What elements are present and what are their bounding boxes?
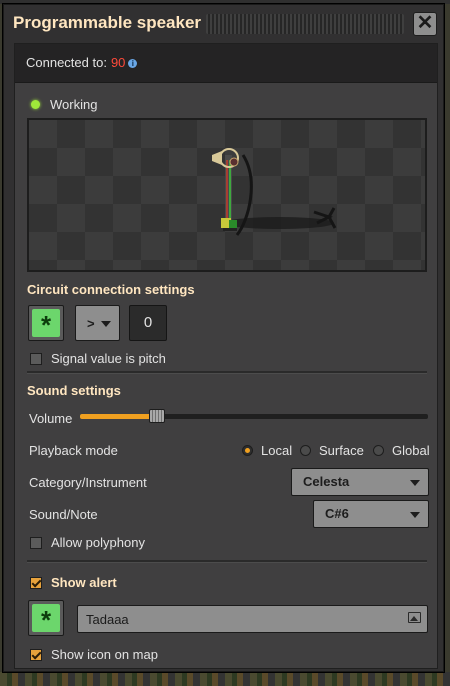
playback-radio-local[interactable] xyxy=(242,445,253,456)
polyphony-checkbox[interactable] xyxy=(30,537,42,549)
polyphony-label: Allow polyphony xyxy=(51,535,145,550)
note-dropdown[interactable]: C#6 xyxy=(313,500,429,528)
playback-local-label: Local xyxy=(261,443,293,458)
entity-preview[interactable] xyxy=(27,118,427,272)
circuit-settings-title: Circuit connection settings xyxy=(27,282,195,297)
drag-handle[interactable] xyxy=(206,14,404,34)
show-on-map-checkbox[interactable] xyxy=(30,649,42,661)
sound-settings-title: Sound settings xyxy=(27,383,121,398)
alert-message-input[interactable]: Tadaaa xyxy=(77,605,428,633)
connection-value: 90 xyxy=(110,55,126,70)
category-value: Celesta xyxy=(303,474,350,489)
pitch-checkbox[interactable] xyxy=(30,353,42,365)
volume-slider-handle[interactable] xyxy=(148,409,165,423)
image-icon[interactable] xyxy=(408,612,421,623)
playback-radio-global[interactable] xyxy=(373,445,384,456)
divider xyxy=(27,560,427,563)
category-label: Category/Instrument xyxy=(29,475,147,490)
volume-slider-fill xyxy=(80,414,157,419)
comparator-value: > xyxy=(87,316,95,331)
constant-input[interactable]: 0 xyxy=(129,305,167,341)
connection-label: Connected to: xyxy=(26,55,107,70)
volume-slider[interactable] xyxy=(80,409,428,423)
volume-label: Volume xyxy=(29,411,73,426)
title-bar: Programmable speaker ✕ xyxy=(4,5,443,41)
game-world-background xyxy=(0,672,450,686)
comparator-dropdown[interactable]: > xyxy=(75,305,120,341)
divider xyxy=(27,371,427,374)
circuit-signal-button[interactable]: * xyxy=(28,305,64,341)
alert-signal-button[interactable]: * xyxy=(28,600,64,636)
asterisk-signal-icon: * xyxy=(32,604,60,635)
connection-header: Connected to: 90 i xyxy=(15,44,437,83)
asterisk-signal-icon: * xyxy=(32,309,60,340)
content-panel: Connected to: 90 i Working Circuit conne… xyxy=(14,43,438,669)
connection-info: Connected to: 90 i xyxy=(26,55,138,70)
chevron-down-icon xyxy=(410,480,420,486)
playback-global-label: Global xyxy=(392,443,430,458)
note-value: C#6 xyxy=(325,506,349,521)
programmable-speaker-window: Programmable speaker ✕ Connected to: 90 i … xyxy=(3,4,444,672)
close-icon: ✕ xyxy=(416,12,434,34)
speaker-entity-image xyxy=(212,148,337,236)
close-button[interactable]: ✕ xyxy=(413,12,437,36)
pitch-checkbox-label: Signal value is pitch xyxy=(51,351,166,366)
status-text: Working xyxy=(50,97,98,112)
alert-message-text: Tadaaa xyxy=(86,612,129,627)
playback-mode-label: Playback mode xyxy=(29,443,118,458)
chevron-down-icon xyxy=(101,321,111,327)
playback-radio-surface[interactable] xyxy=(300,445,311,456)
chevron-down-icon xyxy=(410,512,420,518)
window-title: Programmable speaker xyxy=(13,13,202,32)
playback-surface-label: Surface xyxy=(319,443,364,458)
note-label: Sound/Note xyxy=(29,507,98,522)
category-dropdown[interactable]: Celesta xyxy=(291,468,429,496)
show-alert-checkbox[interactable] xyxy=(30,577,42,589)
show-on-map-label: Show icon on map xyxy=(51,647,158,662)
show-alert-label: Show alert xyxy=(51,575,117,590)
info-icon[interactable]: i xyxy=(128,59,138,68)
status-dot-icon xyxy=(31,100,40,109)
